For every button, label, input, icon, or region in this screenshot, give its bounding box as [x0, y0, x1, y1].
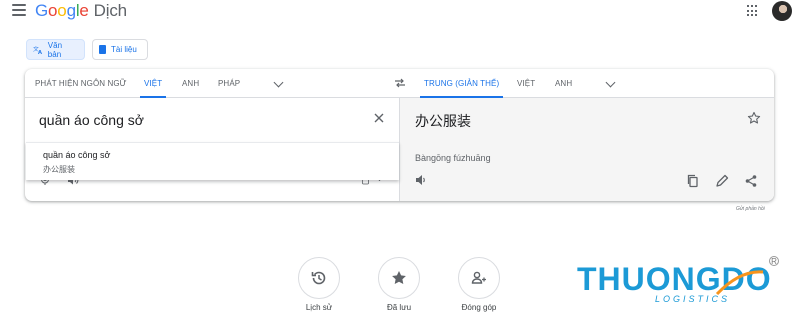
translation-card: Phát hiện ngôn ngữ Việt Anh Pháp Trung (…: [25, 69, 774, 201]
source-languages-chevron-down-icon[interactable]: [273, 77, 284, 88]
star-icon[interactable]: [747, 111, 761, 125]
suggestion-text: quần áo công sở: [43, 150, 111, 160]
source-text-input[interactable]: quần áo công sở: [39, 112, 144, 128]
thuongdo-logistics-watermark: THUONGDO LOGISTICS R: [577, 256, 779, 308]
logo-letter: G: [35, 1, 49, 20]
people-icon: [471, 271, 486, 284]
autocomplete-suggestion[interactable]: quần áo công sở 办公服装: [26, 142, 399, 180]
saved-button[interactable]: Đã lưu: [378, 257, 420, 312]
user-avatar[interactable]: [772, 1, 792, 21]
translate-icon: 文 A: [33, 45, 43, 54]
close-icon[interactable]: [373, 112, 385, 124]
history-label: Lịch sử: [305, 303, 333, 312]
watermark-subtitle: LOGISTICS: [655, 294, 731, 304]
document-icon: [99, 45, 106, 54]
edit-pencil-icon[interactable]: [715, 174, 729, 188]
contribute-circle: [458, 257, 500, 299]
history-button[interactable]: Lịch sử: [298, 257, 340, 312]
apps-grid-icon[interactable]: [747, 5, 759, 17]
target-pane: 办公服装 Bàngōng fúzhuāng: [399, 98, 774, 201]
docs-mode-label: Tài liệu: [111, 45, 137, 54]
product-name: Dịch: [93, 1, 127, 20]
star-filled-icon: [392, 271, 406, 284]
translated-text: 办公服装: [415, 113, 471, 129]
history-icon: [311, 271, 326, 285]
listen-speaker-icon[interactable]: [414, 173, 428, 187]
tab-target-chinese-simplified[interactable]: Trung (Giản thể): [419, 69, 504, 98]
text-mode-button[interactable]: 文 A Văn bản: [26, 39, 85, 60]
top-bar: Google Dịch: [0, 0, 800, 24]
contribute-label: Đóng góp: [461, 303, 497, 312]
svg-text:A: A: [38, 50, 43, 54]
tab-source-vietnamese[interactable]: Việt: [139, 69, 167, 98]
transliteration-text: Bàngōng fúzhuāng: [415, 153, 491, 163]
registered-mark: R: [769, 256, 779, 266]
contribute-button[interactable]: Đóng góp: [458, 257, 500, 312]
send-feedback-link[interactable]: Gửi phản hồi: [736, 206, 765, 212]
suggestion-translation: 办公服装: [43, 165, 75, 174]
tab-source-english[interactable]: Anh: [182, 69, 199, 98]
tab-detect-language[interactable]: Phát hiện ngôn ngữ: [35, 69, 127, 98]
saved-label: Đã lưu: [386, 303, 412, 312]
swap-languages-icon[interactable]: [394, 77, 406, 89]
tab-target-english[interactable]: Anh: [555, 69, 572, 98]
tab-source-french[interactable]: Pháp: [218, 69, 240, 98]
text-mode-label: Văn bản: [47, 40, 63, 59]
logo-letter: o: [48, 1, 58, 20]
docs-mode-button[interactable]: Tài liệu: [92, 39, 148, 60]
target-languages-chevron-down-icon[interactable]: [605, 77, 616, 88]
logo-letter: g: [66, 1, 76, 20]
tab-target-vietnamese[interactable]: Việt: [517, 69, 535, 98]
saved-circle: [378, 257, 420, 299]
logo-letter: o: [57, 1, 67, 20]
history-circle: [298, 257, 340, 299]
hamburger-menu-icon[interactable]: [12, 4, 26, 16]
language-bar: Phát hiện ngôn ngữ Việt Anh Pháp Trung (…: [25, 69, 774, 98]
google-translate-logo[interactable]: Google Dịch: [35, 1, 127, 21]
logo-letter: e: [79, 1, 89, 20]
share-icon[interactable]: [744, 174, 758, 188]
copy-icon[interactable]: [686, 174, 700, 188]
